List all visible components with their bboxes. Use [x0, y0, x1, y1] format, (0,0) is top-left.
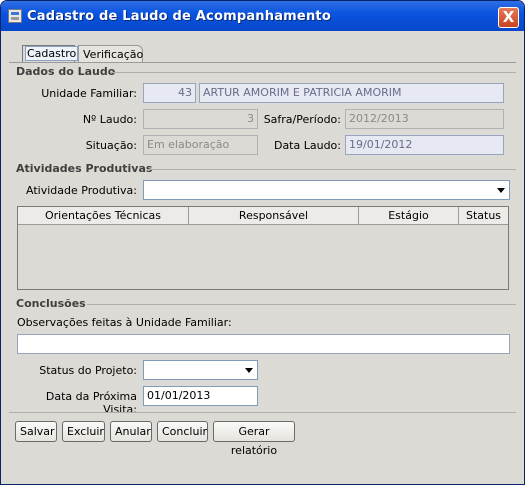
close-button[interactable]: X — [498, 7, 519, 28]
column-header[interactable]: Status — [459, 207, 508, 225]
column-header[interactable]: Orientações Técnicas — [18, 207, 189, 225]
laudo-window: Cadastro de Laudo de Acompanhamento X Ca… — [0, 0, 525, 485]
observacoes-label: Observações feitas à Unidade Familiar: — [17, 316, 232, 329]
excluir-button[interactable]: Excluir — [62, 421, 105, 442]
data-laudo-label: Data Laudo: — [273, 139, 341, 152]
salvar-button[interactable]: Salvar — [15, 421, 57, 442]
unidade-familiar-id-field: 43 — [143, 83, 196, 103]
column-header[interactable]: Estágio — [359, 207, 459, 225]
tab-verificacao[interactable]: Verificação — [78, 45, 143, 62]
tab-cadastro[interactable]: Cadastro — [22, 45, 79, 62]
tab-cadastro-label: Cadastro — [24, 46, 79, 61]
tab-verificacao-label: Verificação — [83, 48, 144, 61]
situacao-label: Situação: — [85, 139, 137, 152]
section-divider — [147, 169, 516, 170]
unidade-familiar-name-field: ARTUR AMORIM E PATRICIA AMORIM — [199, 83, 504, 103]
safra-field: 2012/2013 — [345, 109, 504, 129]
data-laudo-field[interactable]: 19/01/2012 — [345, 135, 504, 155]
column-header[interactable]: Responsável — [189, 207, 359, 225]
window-title: Cadastro de Laudo de Acompanhamento — [27, 9, 331, 24]
n-laudo-label: Nº Laudo: — [82, 113, 137, 126]
title-bar[interactable]: Cadastro de Laudo de Acompanhamento X — [1, 1, 524, 31]
observacoes-field[interactable] — [17, 334, 510, 354]
orientacoes-table[interactable]: Orientações Técnicas Responsável Estágio… — [17, 206, 509, 290]
section-dados-laudo: Dados do Laudo — [16, 65, 116, 78]
tab-divider — [9, 62, 516, 63]
section-atividades: Atividades Produtivas — [16, 162, 153, 175]
section-conclusoes: Conclusões — [16, 297, 86, 310]
section-divider — [111, 72, 516, 73]
close-icon: X — [502, 8, 515, 26]
concluir-button[interactable]: Concluir — [157, 421, 208, 442]
bottom-divider — [9, 412, 516, 413]
situacao-field: Em elaboração — [143, 135, 258, 155]
safra-label: Safra/Período: — [263, 113, 341, 126]
chevron-down-icon[interactable] — [245, 368, 253, 373]
data-visita-field[interactable]: 01/01/2013 — [143, 386, 258, 406]
section-divider — [87, 304, 516, 305]
chevron-down-icon[interactable] — [497, 188, 505, 193]
atividade-produtiva-select[interactable] — [143, 180, 510, 200]
status-projeto-label: Status do Projeto: — [39, 364, 137, 377]
n-laudo-field: 3 — [143, 109, 258, 129]
table-header: Orientações Técnicas Responsável Estágio… — [18, 207, 508, 225]
anular-button[interactable]: Anular — [110, 421, 152, 442]
atividade-produtiva-label: Atividade Produtiva: — [26, 184, 137, 197]
app-icon — [8, 9, 22, 23]
unidade-familiar-label: Unidade Familiar: — [41, 87, 137, 100]
gerar-relatorio-button[interactable]: Gerar relatório — [213, 421, 295, 457]
status-projeto-select[interactable] — [143, 360, 258, 380]
